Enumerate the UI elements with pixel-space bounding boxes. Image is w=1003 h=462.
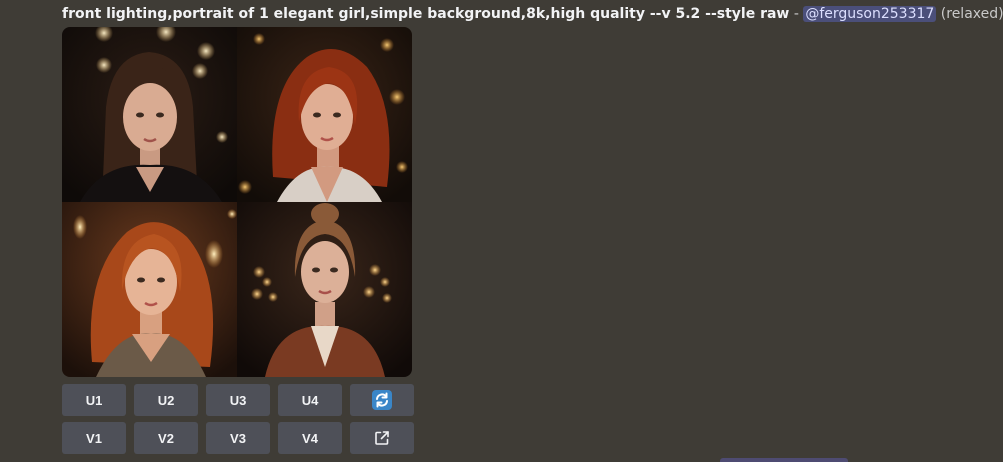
chat-page: front lighting,portrait of 1 elegant gir… xyxy=(0,0,1003,462)
portrait-image-1 xyxy=(62,27,237,202)
user-mention[interactable]: @ferguson253317 xyxy=(803,6,937,22)
variation-button-4[interactable]: V4 xyxy=(278,422,342,454)
reroll-button[interactable] xyxy=(350,384,414,416)
upscale-button-row: U1 U2 U3 U4 xyxy=(62,384,414,416)
external-link-icon xyxy=(375,431,389,445)
message-header: front lighting,portrait of 1 elegant gir… xyxy=(62,5,1003,24)
portrait-image-4 xyxy=(237,202,412,377)
image-tile-4[interactable] xyxy=(237,202,412,377)
separator-text: - xyxy=(789,6,804,22)
status-text: (relaxed) xyxy=(936,6,1003,22)
refresh-icon xyxy=(372,390,392,410)
image-grid[interactable] xyxy=(62,27,412,377)
image-tile-1[interactable] xyxy=(62,27,237,202)
upscale-button-4[interactable]: U4 xyxy=(278,384,342,416)
prompt-text: front lighting,portrait of 1 elegant gir… xyxy=(62,6,790,22)
upscale-button-2[interactable]: U2 xyxy=(134,384,198,416)
upscale-button-3[interactable]: U3 xyxy=(206,384,270,416)
image-tile-3[interactable] xyxy=(62,202,237,377)
partial-highlight-bar xyxy=(720,458,848,462)
upscale-button-1[interactable]: U1 xyxy=(62,384,126,416)
variation-button-row: V1 V2 V3 V4 xyxy=(62,422,414,454)
image-tile-2[interactable] xyxy=(237,27,412,202)
open-web-button[interactable] xyxy=(350,422,414,454)
portrait-image-2 xyxy=(237,27,412,202)
portrait-image-3 xyxy=(62,202,237,377)
variation-button-1[interactable]: V1 xyxy=(62,422,126,454)
variation-button-2[interactable]: V2 xyxy=(134,422,198,454)
variation-button-3[interactable]: V3 xyxy=(206,422,270,454)
